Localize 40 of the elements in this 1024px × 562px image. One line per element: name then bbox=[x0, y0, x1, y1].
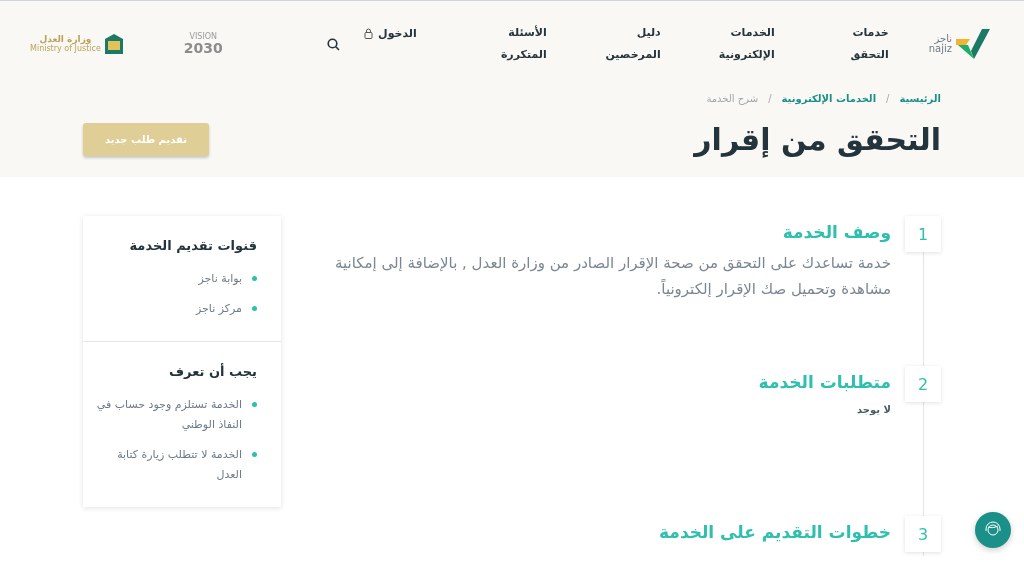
ministry-logo-text: وزارة العدل bbox=[39, 34, 92, 45]
card-title: قنوات تقديم الخدمة bbox=[128, 238, 257, 253]
vision-logo-text: 2030 bbox=[183, 41, 223, 55]
support-button[interactable] bbox=[975, 512, 1011, 548]
ministry-logo-text: Ministry of Justice bbox=[30, 44, 101, 54]
list-item: الخدمة لا تتطلب زيارة كتابة العدل bbox=[116, 447, 242, 483]
breadcrumb-link[interactable]: الرئيسية bbox=[899, 93, 941, 104]
logo-text: ناجز bbox=[934, 34, 952, 44]
nav-link[interactable]: دليل المرخصين bbox=[594, 22, 661, 66]
list-item: مركز ناجز bbox=[195, 301, 242, 317]
nav-link[interactable]: الأسئلة المتكررة bbox=[480, 22, 547, 66]
nav-link[interactable]: الخدمات الإلكترونية bbox=[708, 22, 775, 66]
step-number: 3 bbox=[905, 516, 941, 552]
step-note: لا يوجد bbox=[856, 404, 891, 415]
card-title: يجب أن تعرف bbox=[167, 364, 257, 379]
vision-logo-text: VISION bbox=[189, 33, 218, 41]
emblem-icon bbox=[103, 33, 124, 55]
list-item: بوابة ناجز bbox=[198, 271, 242, 287]
search-icon bbox=[327, 37, 341, 51]
logo-text: najiz bbox=[928, 44, 952, 54]
bullet-icon bbox=[252, 452, 257, 457]
checkmark-logo-icon bbox=[954, 27, 992, 61]
nav-link[interactable]: خدمات التحقق bbox=[822, 22, 889, 66]
login-link[interactable]: الدخول bbox=[364, 27, 417, 40]
page-title: التحقق من إقرار bbox=[694, 122, 941, 157]
step-title: وصف الخدمة bbox=[781, 222, 891, 242]
search-button[interactable] bbox=[327, 37, 341, 51]
breadcrumb-link[interactable]: الخدمات الإلكترونية bbox=[781, 93, 877, 104]
bullet-icon bbox=[252, 276, 257, 281]
breadcrumb-separator: / bbox=[768, 93, 772, 104]
bullet-icon bbox=[252, 306, 257, 311]
breadcrumb-separator: / bbox=[886, 93, 890, 104]
bullet-icon bbox=[252, 402, 257, 407]
step-number: 2 bbox=[905, 366, 941, 402]
lock-icon bbox=[364, 28, 374, 39]
list-item: الخدمة تستلزم وجود حساب في النفاذ الوطني bbox=[95, 397, 242, 433]
step-title: خطوات التقديم على الخدمة bbox=[658, 522, 891, 542]
step-description: خدمة تساعدك على التحقق من صحة الإقرار الصادر من وزارة العدل , بالإضافة إلى إمكانية مشاهدة وتحميل صك الإقرار إلكترونياً. bbox=[333, 253, 891, 300]
step-title: متطلبات الخدمة bbox=[757, 372, 891, 392]
step-number: 1 bbox=[905, 216, 941, 252]
